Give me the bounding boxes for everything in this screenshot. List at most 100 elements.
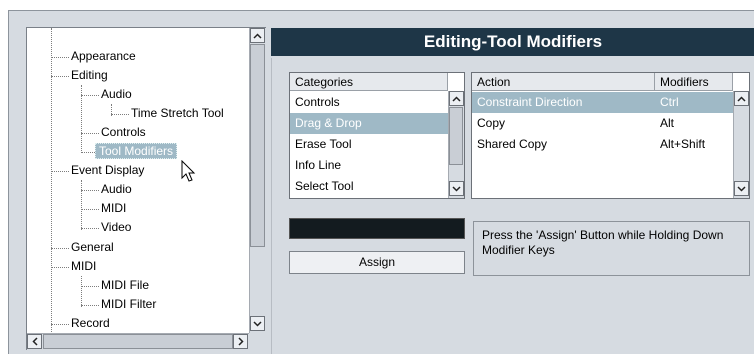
action-column-header[interactable]: Action (472, 73, 655, 91)
tree-item-appearance[interactable]: Appearance (68, 47, 139, 66)
tree-item-midi-filter[interactable]: MIDI Filter (98, 295, 159, 314)
tree-item-label: Record (71, 316, 110, 330)
tree-item-label: Time Stretch Tool (131, 106, 224, 120)
tree-item-editing[interactable]: Editing (68, 66, 111, 85)
tree-vertical-scrollbar[interactable] (249, 28, 266, 333)
tree-item-midi[interactable]: MIDI (68, 257, 99, 276)
chevron-up-icon (737, 95, 746, 102)
category-item-drag-drop[interactable]: Drag & Drop (290, 113, 448, 134)
scroll-up-button[interactable] (449, 91, 464, 106)
action-cell: Shared Copy (477, 137, 548, 151)
chevron-down-icon (737, 185, 746, 192)
tree-guide (51, 248, 69, 249)
scroll-up-button[interactable] (734, 91, 749, 106)
preferences-window: Appearance Editing Audio Time Stretch To… (8, 10, 754, 354)
tree-item-label: Video (101, 220, 132, 234)
tree-item-general[interactable]: General (68, 238, 117, 257)
scroll-right-button[interactable] (233, 334, 248, 349)
tree-item-label: MIDI File (101, 278, 149, 292)
action-row[interactable]: Shared Copy Alt+Shift (472, 134, 733, 155)
tree-item-event-display[interactable]: Event Display (68, 161, 147, 180)
tree-guide (81, 190, 99, 191)
tree-guide (81, 286, 99, 287)
chevron-left-icon (31, 337, 38, 346)
tree-guide (81, 228, 99, 229)
tree-guide (81, 209, 99, 210)
tree-item-editing-audio[interactable]: Audio (98, 85, 135, 104)
tree-item-tool-modifiers[interactable]: Tool Modifiers (95, 142, 178, 161)
tree-horizontal-scrollbar[interactable] (27, 333, 249, 350)
scroll-left-button[interactable] (27, 334, 42, 349)
tree-item-event-audio[interactable]: Audio (98, 180, 135, 199)
modifiers-cell: Ctrl (660, 95, 679, 109)
tree-guide (51, 267, 69, 268)
modifiers-cell: Alt (660, 116, 675, 130)
tree-guide (51, 57, 69, 58)
tree-guide (81, 152, 95, 153)
scroll-up-button[interactable] (250, 28, 265, 43)
scrollbar-thumb[interactable] (43, 334, 233, 349)
scroll-down-button[interactable] (449, 181, 464, 196)
tree-item-record[interactable]: Record (68, 314, 113, 332)
action-cell: Constraint Direction (477, 95, 583, 109)
categories-header[interactable]: Categories (290, 73, 448, 91)
tree-item-event-midi[interactable]: MIDI (98, 199, 129, 218)
modifier-key-field[interactable] (289, 218, 465, 239)
scroll-down-button[interactable] (250, 316, 265, 331)
tree-item-label: Editing (71, 68, 108, 82)
tree-item-label: General (71, 240, 114, 254)
scroll-down-button[interactable] (734, 181, 749, 196)
tree-item-label: Controls (101, 125, 146, 139)
scrollbar-corner (249, 333, 266, 350)
action-row[interactable]: Copy Alt (472, 113, 733, 134)
tree-guide (81, 180, 82, 230)
tree-item-label: Audio (101, 182, 132, 196)
preferences-tree: Appearance Editing Audio Time Stretch To… (26, 27, 266, 350)
tree-item-label: Tool Modifiers (95, 143, 178, 159)
tree-guide (51, 28, 52, 332)
action-cell: Copy (477, 116, 506, 130)
category-item-select-tool[interactable]: Select Tool (290, 176, 448, 197)
actions-list[interactable]: Action Modifiers Constraint Direction Ct… (471, 72, 750, 199)
tree-item-label: MIDI Filter (101, 297, 157, 311)
category-item-erase-tool[interactable]: Erase Tool (290, 134, 448, 155)
tree-item-label: MIDI (71, 259, 97, 273)
assign-button[interactable]: Assign (289, 251, 465, 274)
tree-item-video[interactable]: Video (98, 218, 134, 237)
tree-item-label: Appearance (71, 49, 136, 63)
tree-guide (81, 95, 99, 96)
scrollbar-thumb[interactable] (449, 107, 463, 165)
tree-guide (51, 76, 69, 77)
tree-item-time-stretch-tool[interactable]: Time Stretch Tool (128, 104, 227, 123)
chevron-up-icon (253, 32, 262, 39)
category-item-controls[interactable]: Controls (290, 92, 448, 113)
actions-scrollbar[interactable] (733, 91, 749, 198)
tree-guide (111, 114, 129, 115)
tree-view: Appearance Editing Audio Time Stretch To… (27, 28, 249, 332)
page-title: Editing-Tool Modifiers (271, 28, 754, 56)
tree-item-label: MIDI (101, 201, 127, 215)
category-item-info-line[interactable]: Info Line (290, 155, 448, 176)
modifiers-column-header[interactable]: Modifiers (655, 73, 733, 91)
tree-guide (51, 324, 69, 325)
tree-guide (51, 171, 69, 172)
tree-item-label: Event Display (71, 163, 145, 177)
scrollbar-thumb[interactable] (250, 44, 265, 247)
chevron-down-icon (452, 185, 461, 192)
chevron-down-icon (253, 320, 262, 327)
tree-guide (81, 276, 82, 307)
categories-list[interactable]: Categories Controls Drag & Drop Erase To… (289, 72, 465, 199)
tree-item-midi-file[interactable]: MIDI File (98, 276, 152, 295)
tree-guide (81, 133, 99, 134)
tree-item-controls[interactable]: Controls (98, 123, 149, 142)
chevron-right-icon (237, 337, 244, 346)
mouse-pointer-icon (181, 160, 196, 182)
modifiers-cell: Alt+Shift (660, 137, 706, 151)
action-row[interactable]: Constraint Direction Ctrl (472, 92, 733, 113)
hint-text: Press the 'Assign' Button while Holding … (473, 221, 750, 276)
tree-guide (81, 305, 99, 306)
tool-modifiers-panel: Categories Controls Drag & Drop Erase To… (271, 58, 754, 354)
categories-scrollbar[interactable] (448, 91, 464, 198)
chevron-up-icon (452, 95, 461, 102)
tree-item-label: Audio (101, 87, 132, 101)
